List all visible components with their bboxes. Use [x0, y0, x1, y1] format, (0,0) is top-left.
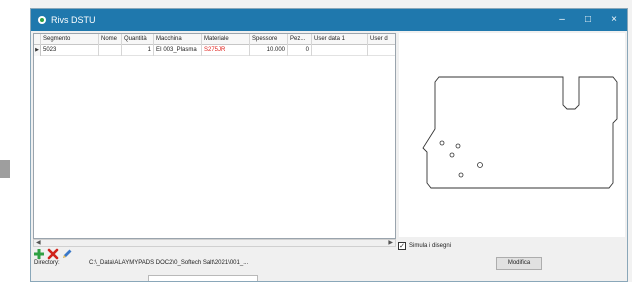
background-chip	[0, 160, 10, 178]
part-preview	[399, 33, 625, 237]
column-header-materiale[interactable]: Materiale	[202, 34, 250, 45]
cell-pezzi[interactable]: 0	[288, 45, 312, 56]
cell-materiale[interactable]: S275JR	[202, 45, 250, 56]
background-top	[30, 0, 630, 8]
simula-disegni-option[interactable]: ✓ Simula i disegni	[398, 241, 518, 253]
background-left	[0, 0, 30, 282]
minimize-button[interactable]: –	[549, 9, 575, 31]
window-title: Rivs DSTU	[51, 15, 96, 25]
part-hole	[449, 152, 455, 158]
horizontal-scrollbar[interactable]: ◀ ▶	[33, 239, 396, 247]
column-header-macchina[interactable]: Macchina	[154, 34, 202, 45]
rivs-window: Rivs DSTU – □ × Segmento Nome Quantità M…	[30, 8, 628, 282]
cell-segmento[interactable]: 5023	[41, 45, 99, 56]
column-header-segmento[interactable]: Segmento	[41, 34, 99, 45]
cell-user-data-1[interactable]	[312, 45, 368, 56]
simula-disegni-label: Simula i disegni	[409, 243, 452, 249]
title-bar[interactable]: Rivs DSTU – □ ×	[31, 9, 627, 31]
column-header-pezzi[interactable]: Pez...	[288, 34, 312, 45]
part-hole	[458, 172, 464, 178]
part-outline	[422, 76, 618, 189]
scroll-right-arrow-icon[interactable]: ▶	[388, 239, 393, 248]
cell-spessore[interactable]: 10.000	[250, 45, 288, 56]
cell-nome[interactable]	[99, 45, 122, 56]
cell-quantita[interactable]: 1	[122, 45, 154, 56]
column-header-quantita[interactable]: Quantità	[122, 34, 154, 45]
grid-header: Segmento Nome Quantità Macchina Material…	[34, 34, 395, 45]
bottom-field[interactable]	[148, 275, 258, 281]
part-hole	[439, 140, 445, 146]
column-header-user-data-1[interactable]: User data 1	[312, 34, 368, 45]
modifica-button[interactable]: Modifica	[496, 257, 542, 270]
directory-path: C:\_Data\ALAYMYPADS DOC2\0_Softech Salt\…	[89, 260, 249, 266]
pencil-icon[interactable]	[61, 248, 73, 260]
cell-macchina[interactable]: EI 003_Plasma	[154, 45, 202, 56]
table-row[interactable]: ▶ 5023 1 EI 003_Plasma S275JR 10.000 0	[34, 45, 395, 56]
simula-disegni-checkbox[interactable]: ✓	[398, 242, 406, 250]
directory-label: Directory:	[34, 260, 60, 266]
row-indicator: ▶	[34, 45, 41, 56]
close-button[interactable]: ×	[601, 9, 627, 31]
segments-grid[interactable]: Segmento Nome Quantità Macchina Material…	[33, 33, 396, 239]
app-icon	[38, 16, 46, 24]
scroll-left-arrow-icon[interactable]: ◀	[36, 239, 41, 248]
part-hole	[477, 162, 483, 168]
column-header-user-data-2[interactable]: User d	[368, 34, 395, 45]
part-drawing	[422, 76, 618, 189]
part-hole	[455, 143, 461, 149]
column-header-nome[interactable]: Nome	[99, 34, 122, 45]
maximize-button[interactable]: □	[575, 9, 601, 31]
background-right	[628, 0, 632, 282]
header-corner	[34, 34, 41, 45]
cell-user-data-2[interactable]	[368, 45, 395, 56]
column-header-spessore[interactable]: Spessore	[250, 34, 288, 45]
